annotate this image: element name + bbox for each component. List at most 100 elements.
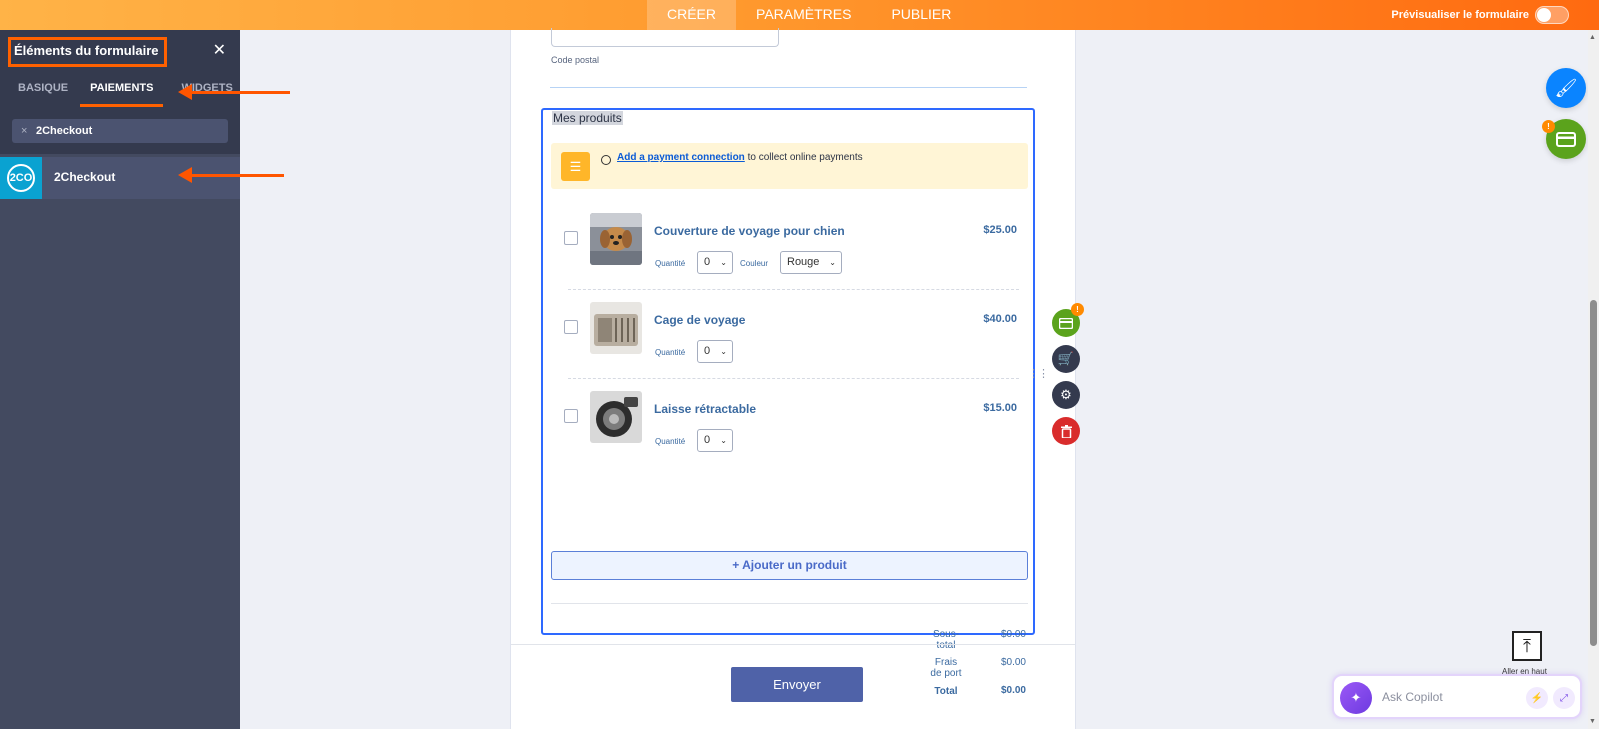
annotation-arrow-item <box>178 167 284 183</box>
credit-card-icon <box>1556 131 1576 147</box>
quantity-value: 0 <box>704 345 711 357</box>
product-image <box>590 213 642 265</box>
expand-icon[interactable]: ⤢ <box>1553 687 1575 709</box>
clear-search-icon[interactable]: × <box>21 119 27 143</box>
payment-notice: ☰ Add a payment connection to collect on… <box>551 143 1028 189</box>
quantity-label: Quantité <box>655 437 686 446</box>
chevron-down-icon: ⌄ <box>829 258 836 267</box>
toggle-knob <box>1537 8 1551 22</box>
subtotal-label-line1: Sous- <box>932 629 960 640</box>
preview-toggle-group: Prévisualiser le formulaire <box>1391 0 1569 30</box>
paint-roller-icon: 🖌 <box>1554 77 1578 98</box>
scroll-up-icon[interactable]: ▲ <box>1589 34 1596 41</box>
ask-copilot-bar[interactable]: ✦ Ask Copilot ⚡ ⤢ <box>1332 674 1582 719</box>
shipping-label-line1: Frais <box>934 657 958 668</box>
product-separator <box>568 289 1019 290</box>
color-select[interactable]: Rouge ⌄ <box>780 251 842 274</box>
shipping-label: Frais de port <box>921 657 971 679</box>
product-checkbox[interactable] <box>564 231 578 245</box>
subtotal-label: Sous- total <box>923 629 969 651</box>
settings-tool[interactable]: ⚙ <box>1052 381 1080 409</box>
chevron-down-icon: ⌄ <box>720 347 727 356</box>
warning-badge: ! <box>1071 303 1084 316</box>
product-item: Cage de voyage $40.00 Quantité 0 ⌄ <box>551 294 1027 374</box>
search-area: × 2Checkout <box>0 107 240 154</box>
preview-label: Prévisualiser le formulaire <box>1391 9 1529 21</box>
delete-tool[interactable] <box>1052 417 1080 445</box>
product-item: Laisse rétractable $15.00 Quantité 0 ⌄ <box>551 383 1027 463</box>
zip-code-input[interactable] <box>551 28 779 47</box>
summary-divider <box>551 603 1028 604</box>
warning-badge: ! <box>1542 120 1555 133</box>
search-value: 2Checkout <box>36 125 93 137</box>
add-product-button[interactable]: + Ajouter un produit <box>551 551 1028 580</box>
product-name: Laisse rétractable <box>654 402 757 416</box>
cart-icon: 🛒 <box>1057 351 1075 366</box>
color-value: Rouge <box>787 256 820 268</box>
product-list-widget[interactable]: Mes produits ☰ Add a payment connection … <box>541 108 1035 697</box>
quantity-select[interactable]: 0 ⌄ <box>697 251 733 274</box>
tab-creer[interactable]: CRÉER <box>647 0 737 30</box>
product-price: $40.00 <box>983 313 1017 325</box>
tab-paiements[interactable]: PAIEMENTS <box>80 70 164 107</box>
section-divider <box>550 87 1027 88</box>
product-price: $15.00 <box>983 402 1017 414</box>
element-item-2checkout[interactable]: 2CO 2Checkout <box>0 157 240 199</box>
total-label: Total <box>934 686 958 697</box>
copilot-input[interactable]: Ask Copilot <box>1382 690 1443 704</box>
product-checkbox[interactable] <box>564 320 578 334</box>
product-checkbox[interactable] <box>564 409 578 423</box>
quantity-select[interactable]: 0 ⌄ <box>697 340 733 363</box>
scroll-down-icon[interactable]: ▼ <box>1589 718 1596 725</box>
panel-header: Éléments du formulaire ✕ <box>0 30 240 70</box>
list-icon: ☰ <box>561 152 590 181</box>
gear-icon: ⚙ <box>1060 387 1072 402</box>
total-value: $0.00 <box>1000 685 1026 696</box>
quantity-select[interactable]: 0 ⌄ <box>697 429 733 452</box>
quantity-value: 0 <box>704 434 711 446</box>
tab-widgets[interactable]: WIDGETS <box>163 70 232 107</box>
lightning-icon[interactable]: ⚡ <box>1526 687 1548 709</box>
notice-text: Add a payment connection to collect onli… <box>617 152 863 163</box>
chevron-down-icon: ⌄ <box>720 258 727 267</box>
radio-icon <box>601 155 611 165</box>
close-icon[interactable]: ✕ <box>213 40 226 60</box>
tab-parametres[interactable]: PARAMÈTRES <box>736 0 871 30</box>
panel-tabs: BASIQUE PAIEMENTS WIDGETS <box>0 70 240 107</box>
vertical-scrollbar[interactable]: ▲ ▼ <box>1588 30 1599 729</box>
subtotal-label-line2: total <box>936 640 956 651</box>
cart-tool[interactable]: 🛒 <box>1052 345 1080 373</box>
search-input[interactable]: × 2Checkout <box>12 119 228 143</box>
scrollbar-thumb[interactable] <box>1590 300 1597 646</box>
credit-card-icon <box>1059 317 1073 329</box>
widget-title[interactable]: Mes produits <box>552 111 623 125</box>
form-canvas: Code postal Mes produits ☰ Add a payment… <box>510 28 1076 729</box>
form-divider <box>511 644 1075 645</box>
shipping-value: $0.00 <box>1000 657 1026 668</box>
element-item-label: 2Checkout <box>54 170 116 184</box>
chevron-down-icon: ⌄ <box>720 436 727 445</box>
preview-toggle[interactable] <box>1535 6 1569 24</box>
add-payment-connection-link[interactable]: Add a payment connection <box>617 152 745 163</box>
arrow-up-icon: ⤒ <box>1523 635 1531 656</box>
top-bar: CRÉER PARAMÈTRES PUBLIER Prévisualiser l… <box>0 0 1599 30</box>
shipping-label-line2: de port <box>930 668 962 679</box>
product-name: Couverture de voyage pour chien <box>654 224 845 238</box>
product-name: Cage de voyage <box>654 313 746 327</box>
annotation-arrow-tabs <box>178 84 290 100</box>
product-image <box>590 302 642 354</box>
product-item: Couverture de voyage pour chien $25.00 Q… <box>551 205 1027 285</box>
2checkout-logo-icon: 2CO <box>0 157 42 199</box>
quantity-value: 0 <box>704 256 711 268</box>
tab-publier[interactable]: PUBLIER <box>871 0 971 30</box>
panel-title: Éléments du formulaire <box>8 37 167 67</box>
form-designer-button[interactable]: 🖌 <box>1546 68 1586 108</box>
logo-text: 2CO <box>7 164 35 192</box>
form-elements-panel: Éléments du formulaire ✕ BASIQUE PAIEMEN… <box>0 30 240 729</box>
product-price: $25.00 <box>983 224 1017 236</box>
drag-handle-icon[interactable]: ⋮⋮ <box>1028 369 1049 380</box>
go-top-button[interactable]: ⤒ <box>1512 631 1542 661</box>
submit-button[interactable]: Envoyer <box>731 667 863 702</box>
color-label: Couleur <box>740 259 769 268</box>
tab-basique[interactable]: BASIQUE <box>0 70 68 107</box>
